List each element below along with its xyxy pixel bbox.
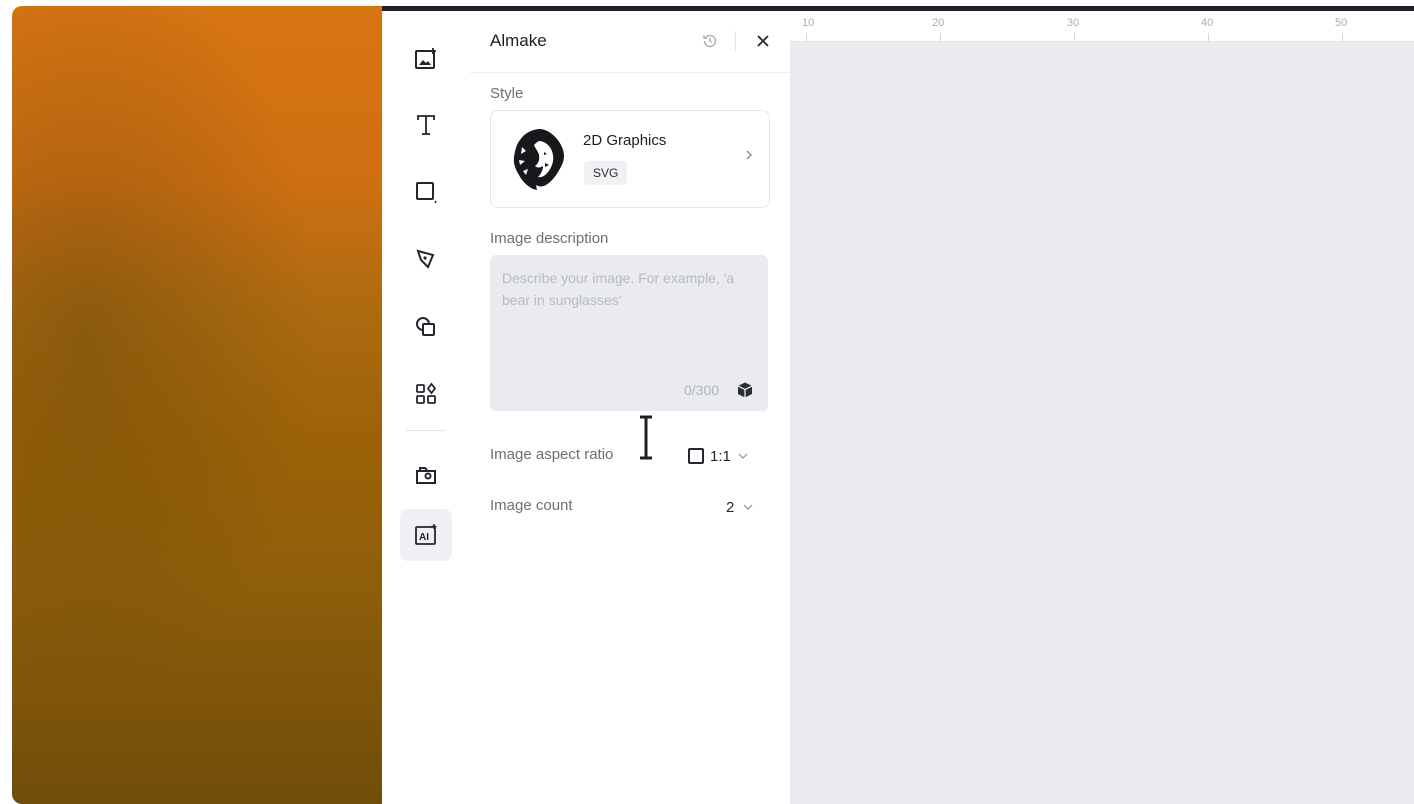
history-icon: [703, 34, 717, 48]
ruler-tick-label: 50: [1335, 17, 1348, 29]
canvas-area[interactable]: 10 20 30 40 50: [790, 11, 1414, 804]
image-count-value: 2: [726, 498, 735, 516]
text-icon: [417, 115, 435, 135]
image-plus-icon: [415, 48, 436, 69]
tool-shape[interactable]: [400, 166, 452, 218]
ruler-tick: [940, 33, 941, 41]
aspect-ratio-value: 1:1: [710, 447, 731, 465]
panel-header: Almake: [470, 11, 790, 73]
close-button[interactable]: [750, 28, 776, 54]
apps-icon: [416, 382, 437, 404]
tool-image-upload[interactable]: [400, 33, 452, 85]
image-description-input[interactable]: [490, 255, 768, 411]
ruler-tick-label: 10: [802, 17, 815, 29]
tool-ai-image[interactable]: AI: [400, 509, 452, 561]
ruler-tick: [1074, 33, 1075, 41]
style-name: 2D Graphics: [583, 132, 667, 149]
aspect-ratio-label: Image aspect ratio: [490, 446, 614, 463]
style-thumbnail: [501, 121, 577, 197]
ruler-tick: [806, 33, 807, 41]
lion-logo-icon: [513, 129, 564, 190]
svg-text:AI: AI: [419, 532, 429, 543]
tool-elements[interactable]: [400, 301, 452, 353]
chevron-down-icon: [743, 504, 753, 510]
tool-rail: AI: [382, 11, 471, 804]
style-label: Style: [490, 85, 524, 102]
panel-title: Almake: [490, 31, 547, 50]
folder-icon: [416, 467, 436, 484]
header-divider: [735, 31, 736, 51]
ruler-tick-label: 30: [1067, 17, 1080, 29]
tool-apps[interactable]: [400, 368, 452, 420]
background-photo: [12, 6, 386, 804]
rail-divider: [406, 430, 446, 431]
style-format-badge: SVG: [584, 161, 628, 185]
ai-icon: AI: [415, 524, 437, 545]
chevron-down-icon: [738, 453, 748, 459]
aspect-ratio-dropdown[interactable]: 1:1: [688, 445, 749, 467]
ruler-tick-label: 20: [932, 17, 945, 29]
ruler-tick-label: 40: [1201, 17, 1214, 29]
tool-assets[interactable]: [400, 449, 452, 501]
style-selector[interactable]: 2D Graphics SVG: [490, 110, 770, 208]
square-ratio-icon: [688, 448, 704, 464]
character-count: 0/300: [684, 382, 720, 398]
close-icon: [757, 35, 769, 47]
image-count-dropdown[interactable]: 2: [726, 496, 754, 518]
shape-icon: [416, 182, 437, 204]
ruler-tick: [1342, 33, 1343, 41]
history-button[interactable]: [697, 28, 723, 54]
chevron-right-icon: [746, 150, 753, 160]
tool-pen[interactable]: [400, 233, 452, 285]
image-count-label: Image count: [490, 497, 573, 514]
cube-icon[interactable]: [736, 381, 754, 399]
horizontal-ruler: 10 20 30 40 50: [790, 11, 1414, 42]
image-description-label: Image description: [490, 230, 609, 247]
ruler-tick: [1208, 33, 1209, 41]
tool-text[interactable]: [400, 99, 452, 151]
text-cursor-icon: [640, 415, 652, 460]
pen-icon: [416, 249, 435, 269]
elements-icon: [416, 317, 435, 336]
editor-app: AI Almake Style 2D Graphics SVG Image de…: [382, 11, 1414, 804]
ai-panel: Almake Style 2D Graphics SVG Image descr…: [470, 11, 791, 804]
